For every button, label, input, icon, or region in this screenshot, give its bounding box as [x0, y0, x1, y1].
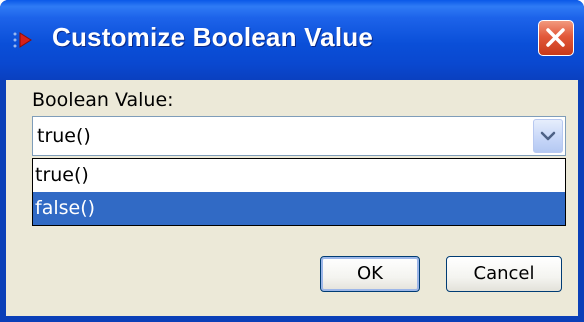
dropdown-option-true[interactable]: true()	[33, 159, 565, 192]
boolean-value-combobox[interactable]: true()	[32, 116, 566, 156]
dropdown-option-false[interactable]: false()	[33, 192, 565, 225]
ok-button[interactable]: OK	[320, 256, 420, 292]
title-bar[interactable]: Customize Boolean Value	[0, 0, 584, 80]
combobox-selected-value: true()	[37, 125, 91, 147]
dropdown-list: true() false()	[32, 158, 566, 226]
cancel-button[interactable]: Cancel	[446, 256, 562, 292]
red-arrow-icon	[12, 27, 36, 51]
dialog-window: Customize Boolean Value Boolean Value: t…	[0, 0, 584, 322]
dialog-title: Customize Boolean Value	[52, 22, 374, 52]
boolean-value-label: Boolean Value:	[32, 89, 174, 111]
dialog-body: Boolean Value: true() true() false() OK …	[6, 80, 578, 316]
close-button[interactable]	[538, 20, 574, 56]
combobox-dropdown-button[interactable]	[533, 119, 563, 153]
